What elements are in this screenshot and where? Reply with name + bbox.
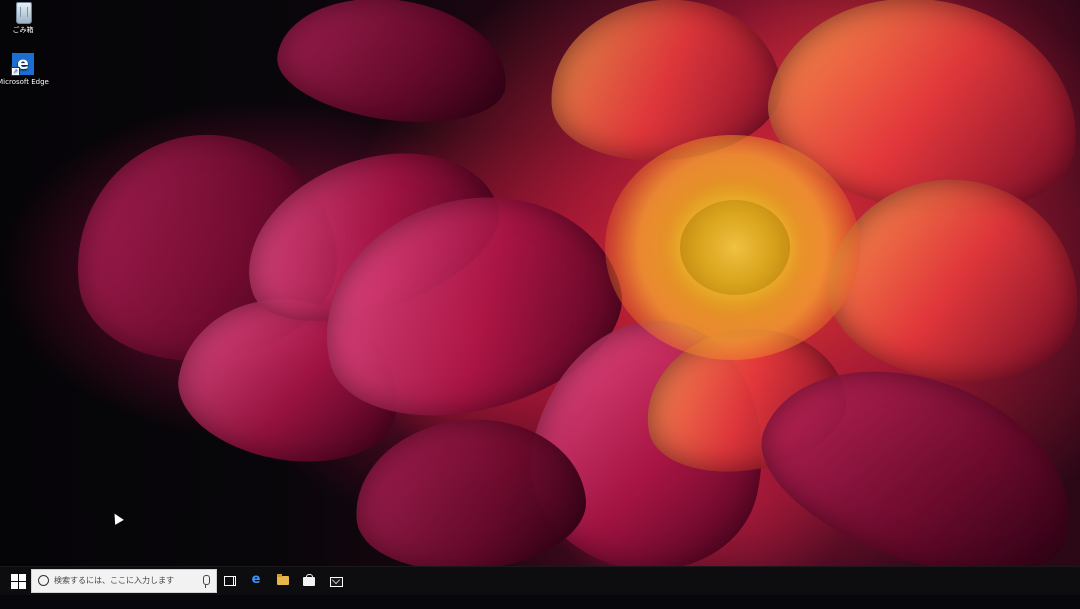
taskbar-search-box[interactable]: 検索するには、ここに入力します [31,569,217,593]
microphone-icon[interactable] [203,575,210,588]
desktop-icon-label: Microsoft Edge [0,78,49,86]
wallpaper-petal [817,163,1080,397]
wallpaper-petal [270,0,516,136]
windows-logo-icon [18,573,26,581]
flower-core [680,200,790,295]
windows-logo-icon [10,573,18,581]
cortana-circle-icon [38,575,49,586]
search-placeholder: 検索するには、ここに入力します [54,576,174,585]
taskbar-edge-icon[interactable]: e [249,573,263,587]
shortcut-arrow-icon: ↗ [11,67,20,76]
start-button[interactable] [8,571,28,591]
desktop-icon-label: ごみ箱 [12,26,34,34]
edge-icon: e ↗ [11,52,35,76]
desktop-icon-microsoft-edge[interactable]: e ↗ Microsoft Edge [0,52,52,87]
store-icon[interactable] [302,573,316,587]
taskbar: 検索するには、ここに入力します e [0,566,1080,595]
recycle-bin-icon [11,0,35,24]
mail-icon[interactable] [329,573,343,587]
desktop-icon-recycle-bin[interactable]: ごみ箱 [0,0,52,35]
windows-logo-icon [10,581,18,589]
file-explorer-icon[interactable] [276,573,290,587]
windows-logo-icon [18,581,26,589]
desktop-wallpaper [0,0,1080,609]
task-view-icon[interactable] [222,573,236,587]
